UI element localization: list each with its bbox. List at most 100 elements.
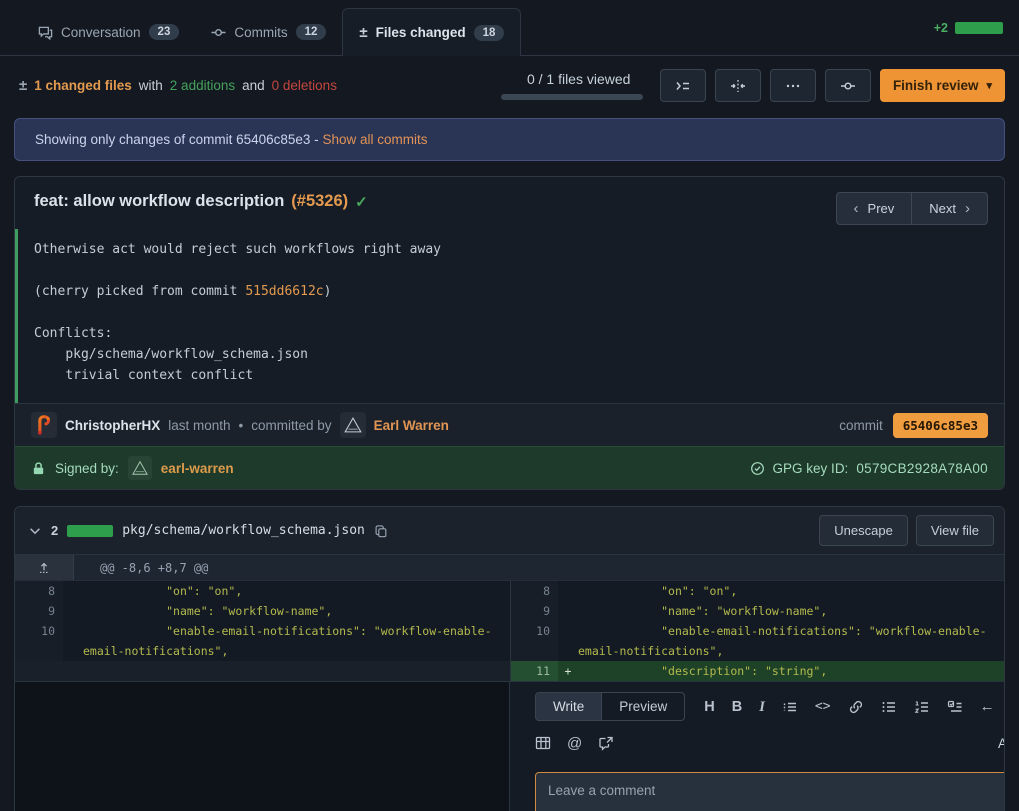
- file-path[interactable]: pkg/schema/workflow_schema.json: [122, 523, 365, 538]
- commit-message-text: (cherry picked from commit: [34, 284, 245, 299]
- signer-avatar[interactable]: [128, 456, 152, 480]
- commit-header: feat: allow workflow description (#5326)…: [15, 177, 1004, 229]
- file-tree-toggle-button[interactable]: [660, 69, 706, 102]
- additions-count: 2 additions: [170, 78, 235, 93]
- commit-message: Otherwise act would reject such workflow…: [15, 229, 1004, 403]
- expand-hunk-button[interactable]: [15, 555, 74, 580]
- diffstat-additions: +2: [934, 21, 948, 35]
- task-list-icon[interactable]: [947, 699, 963, 715]
- diff-line-number[interactable]: 10: [510, 621, 558, 661]
- diff-line-code[interactable]: "on": "on",: [83, 581, 510, 601]
- comment-section-left-filler: [15, 682, 510, 811]
- file-actions: Unescape View file: [819, 515, 994, 546]
- diff-line-number[interactable]: 10: [15, 621, 63, 661]
- diff-line-sign: [63, 601, 83, 621]
- chevron-left-icon: ‹: [854, 201, 859, 216]
- reference-icon[interactable]: [598, 735, 614, 751]
- blockquote-icon[interactable]: [782, 699, 798, 715]
- commit-status-check-icon[interactable]: ✓: [355, 193, 368, 211]
- mention-icon[interactable]: @: [567, 736, 582, 751]
- commit-message-line: [34, 260, 988, 281]
- format-icons: H B I <>: [704, 699, 1005, 715]
- dot-separator: •: [239, 418, 244, 433]
- diff-line-code[interactable]: "enable-email-notifications": "workflow-…: [578, 621, 1004, 661]
- commit-message-line: Otherwise act would reject such workflow…: [34, 239, 988, 260]
- text-size-toggle[interactable]: Aa: [998, 736, 1005, 751]
- commit-message-line: [34, 302, 988, 323]
- italic-icon[interactable]: I: [759, 700, 765, 715]
- diff-line-number[interactable]: 9: [510, 601, 558, 621]
- show-all-commits-link[interactable]: Show all commits: [322, 132, 427, 147]
- diff-row[interactable]: 9 "name": "workflow-name",9 "name": "wor…: [15, 601, 1004, 621]
- finish-review-button[interactable]: Finish review ▾: [880, 69, 1005, 102]
- signer-name-link[interactable]: earl-warren: [161, 461, 234, 476]
- diff-row[interactable]: 11+ "description": "string",: [15, 661, 1004, 681]
- editor-toolbar-row2: @ Aa: [535, 735, 1005, 751]
- code-icon[interactable]: <>: [815, 700, 831, 713]
- diff-line-code[interactable]: "description": "string",: [578, 661, 1004, 681]
- diff-line-number[interactable]: 11: [510, 661, 558, 681]
- diff-row[interactable]: 8 "on": "on",8 "on": "on",: [15, 581, 1004, 601]
- commit-select-button[interactable]: [825, 69, 871, 102]
- numbered-list-icon[interactable]: [914, 699, 930, 715]
- write-tab[interactable]: Write: [536, 693, 602, 720]
- diff-line-code[interactable]: "enable-email-notifications": "workflow-…: [83, 621, 510, 661]
- view-file-button[interactable]: View file: [916, 515, 994, 546]
- conversation-icon: [38, 25, 53, 40]
- diff-line-number[interactable]: 8: [510, 581, 558, 601]
- copy-path-icon[interactable]: [374, 524, 388, 538]
- diff-line-number[interactable]: [15, 661, 63, 681]
- bullet-list-icon[interactable]: [881, 699, 897, 715]
- heading-icon[interactable]: H: [704, 700, 714, 715]
- commit-sha-wrap: commit 65406c85e3: [839, 413, 988, 438]
- preview-tab[interactable]: Preview: [601, 693, 684, 720]
- verified-badge-icon: [750, 461, 765, 476]
- pr-tab-bar: Conversation 23 Commits 12 ± Files chang…: [0, 0, 1019, 56]
- changed-files-link[interactable]: 1 changed files: [34, 78, 132, 93]
- tab-commits[interactable]: Commits 12: [195, 9, 342, 55]
- link-icon[interactable]: [848, 699, 864, 715]
- commit-filter-banner: Showing only changes of commit 65406c85e…: [14, 118, 1005, 161]
- prev-commit-button[interactable]: ‹ Prev: [836, 192, 913, 225]
- committer-name-link[interactable]: Earl Warren: [374, 418, 449, 433]
- diff-line-sign: [63, 581, 83, 601]
- review-actions: 0 / 1 files viewed Finish review ▾: [501, 69, 1005, 102]
- tab-files-changed[interactable]: ± Files changed 18: [342, 8, 521, 56]
- commit-message-text: Conflicts:: [34, 326, 112, 341]
- gpg-key-value: 0579CB2928A78A00: [856, 461, 988, 476]
- diff-line-number[interactable]: 9: [15, 601, 63, 621]
- more-options-button[interactable]: [770, 69, 816, 102]
- comment-input[interactable]: [535, 772, 1005, 811]
- banner-text: Showing only changes of commit 65406c85e…: [35, 132, 319, 147]
- commit-pager: ‹ Prev Next ›: [836, 192, 988, 225]
- bold-icon[interactable]: B: [732, 700, 742, 715]
- diff-row[interactable]: 10 "enable-email-notifications": "workfl…: [15, 621, 1004, 661]
- comment-editor: Write Preview H B I <>: [510, 682, 1005, 811]
- diff-hunk-row: @@ -8,6 +8,7 @@: [15, 554, 1004, 580]
- committed-by-text: committed by: [251, 418, 331, 433]
- diff-line-code[interactable]: [83, 661, 510, 681]
- diff-line-sign: [558, 601, 578, 621]
- diff-line-code[interactable]: "name": "workflow-name",: [83, 601, 510, 621]
- file-diffstat-bar: [67, 525, 113, 537]
- commit-sha-badge[interactable]: 65406c85e3: [893, 413, 988, 438]
- commit-sha-link[interactable]: 515dd6612c: [245, 284, 323, 299]
- unescape-button[interactable]: Unescape: [819, 515, 908, 546]
- undo-icon[interactable]: ←: [980, 699, 995, 714]
- diff-line-code[interactable]: "on": "on",: [578, 581, 1004, 601]
- commit-icon: [211, 25, 226, 40]
- diff-line-code[interactable]: "name": "workflow-name",: [578, 601, 1004, 621]
- whitespace-options-button[interactable]: [715, 69, 761, 102]
- author-name-link[interactable]: ChristopherHX: [65, 418, 160, 433]
- gpg-info: GPG key ID: 0579CB2928A78A00: [750, 461, 988, 476]
- committer-avatar[interactable]: [340, 412, 366, 438]
- commit-message-line: trivial context conflict: [34, 365, 988, 386]
- diff-line-number[interactable]: 8: [15, 581, 63, 601]
- next-commit-button[interactable]: Next ›: [911, 192, 988, 225]
- tab-conversation[interactable]: Conversation 23: [22, 9, 195, 55]
- diff-file-header: 2 pkg/schema/workflow_schema.json Unesca…: [15, 507, 1004, 554]
- issue-ref-link[interactable]: (#5326): [291, 192, 348, 211]
- collapse-file-chevron-icon[interactable]: [28, 524, 42, 538]
- table-icon[interactable]: [535, 735, 551, 751]
- author-avatar[interactable]: [31, 412, 57, 438]
